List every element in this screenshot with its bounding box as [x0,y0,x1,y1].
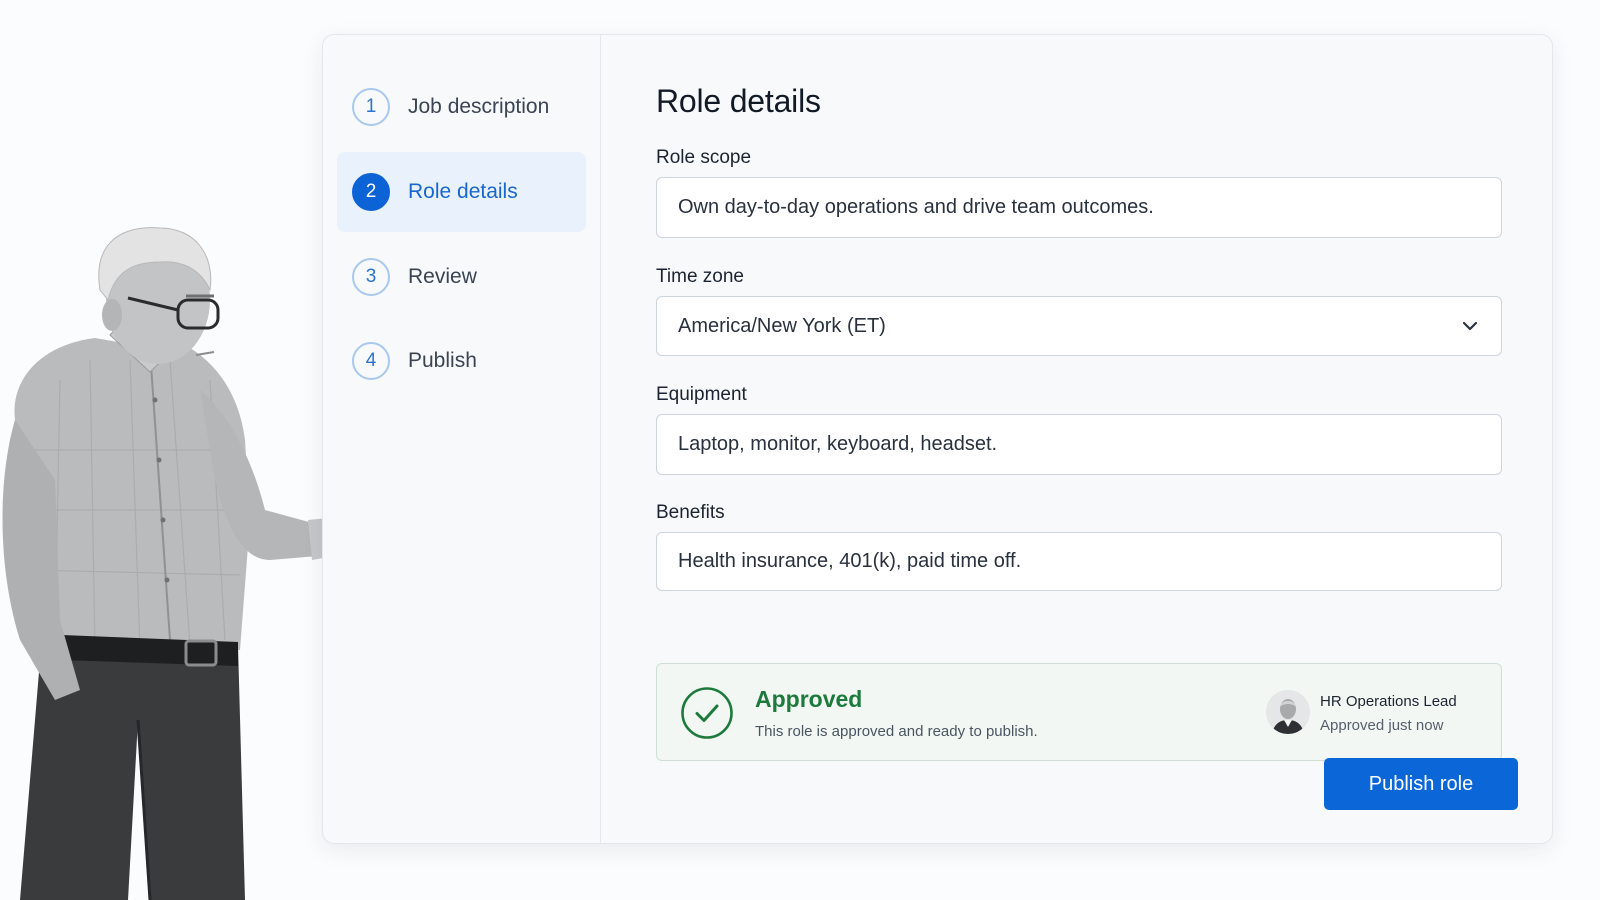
step-role-details[interactable]: 2 Role details [337,152,586,232]
approver-name: HR Operations Lead [1320,693,1457,710]
approval-time: Approved just now [1320,717,1444,734]
step-review[interactable]: 3 Review [337,237,586,317]
step-number: 4 [352,342,390,380]
stepper-sidebar: 1 Job description 2 Role details 3 Revie… [323,35,601,843]
step-label: Role details [408,180,518,203]
benefits-input[interactable] [656,532,1502,591]
role-wizard-card: 1 Job description 2 Role details 3 Revie… [322,34,1553,844]
role-details-form: Role details Role scope Time zone Americ… [601,35,1552,843]
step-publish[interactable]: 4 Publish [337,321,586,401]
time-zone-select[interactable]: America/New York (ET) [656,296,1502,356]
equipment-input[interactable] [656,414,1502,475]
approval-message: This role is approved and ready to publi… [755,723,1038,740]
time-zone-value: America/New York (ET) [678,314,886,337]
page-title: Role details [656,83,821,119]
role-scope-input[interactable] [656,177,1502,238]
publish-role-button[interactable]: Publish role [1324,758,1518,810]
user-avatar [1266,690,1310,734]
step-number: 3 [352,258,390,296]
step-job-description[interactable]: 1 Job description [337,67,586,147]
role-scope-label: Role scope [656,147,752,168]
equipment-label: Equipment [656,384,747,405]
time-zone-label: Time zone [656,266,744,287]
approval-status: Approved [755,686,863,712]
approval-banner: Approved This role is approved and ready… [656,663,1502,761]
step-number: 2 [352,173,390,211]
chevron-down-icon [1462,321,1478,331]
step-label: Publish [408,349,477,372]
check-circle-icon [681,687,733,739]
benefits-label: Benefits [656,502,725,523]
step-label: Review [408,265,477,288]
step-number: 1 [352,88,390,126]
step-label: Job description [408,95,550,118]
